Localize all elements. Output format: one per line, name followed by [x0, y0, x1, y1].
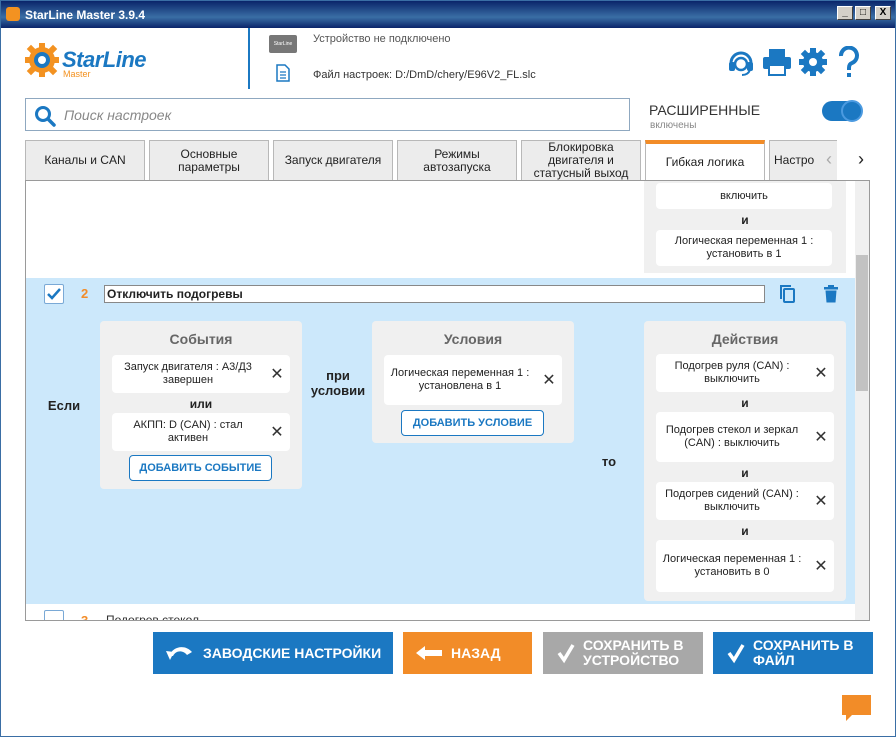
- tab-autostart-modes[interactable]: Режимы автозапуска: [397, 140, 517, 180]
- tab-flexible-logic[interactable]: Гибкая логика: [645, 140, 765, 180]
- window-title: StarLine Master 3.9.4: [25, 8, 146, 22]
- search-input[interactable]: [64, 105, 614, 125]
- device-status: Устройство не подключено: [313, 33, 451, 45]
- previous-rule-actions: включить и Логическая переменная 1 : уст…: [644, 181, 846, 273]
- advanced-mode-status: включены: [650, 120, 697, 131]
- or-label: или: [189, 397, 213, 411]
- actions-title: Действия: [711, 331, 779, 347]
- action-item: Подогрев сидений (CAN) : выключить ✕: [656, 482, 834, 520]
- starline-logo: StarLine Master: [25, 41, 165, 81]
- search-icon: [35, 106, 56, 127]
- app-window: StarLine Master 3.9.4 _ □ X StarLine Mas…: [0, 0, 896, 737]
- remove-condition-icon[interactable]: ✕: [536, 372, 562, 388]
- check-icon: [557, 644, 575, 664]
- maximize-button[interactable]: □: [855, 6, 871, 20]
- tab-bar: Каналы и CAN Основные параметры Запуск д…: [25, 140, 837, 180]
- back-button[interactable]: НАЗАД: [403, 632, 532, 674]
- print-icon[interactable]: [761, 45, 793, 79]
- and-label: и: [741, 213, 749, 227]
- conditions-title: Условия: [443, 331, 503, 347]
- conditions-panel: Условия Логическая переменная 1 : устано…: [372, 321, 574, 443]
- arrow-left-icon: [416, 646, 442, 660]
- logo-sub: Master: [63, 69, 91, 79]
- add-event-button[interactable]: ДОБАВИТЬ СОБЫТИЕ: [129, 455, 272, 481]
- logic-rule: 2 Отключить подогревы Если События Запус…: [26, 278, 857, 604]
- condition-label: при условии: [310, 368, 366, 398]
- action-item: Логическая переменная 1 : установить в 0…: [656, 540, 834, 592]
- then-label: то: [601, 454, 617, 469]
- file-icon: [276, 64, 290, 82]
- remove-action-icon[interactable]: ✕: [808, 493, 834, 509]
- and-label: и: [741, 524, 749, 538]
- minimize-button[interactable]: _: [837, 6, 853, 20]
- tab-next-icon[interactable]: ›: [852, 150, 870, 169]
- previous-action-item: Логическая переменная 1 : установить в 1: [656, 230, 832, 266]
- advanced-mode-title: РАСШИРЕННЫЕ: [649, 102, 761, 118]
- remove-action-icon[interactable]: ✕: [808, 558, 834, 574]
- rule-number: 3: [81, 613, 89, 621]
- help-icon[interactable]: [833, 45, 865, 79]
- rule-number: 2: [81, 286, 89, 301]
- tab-channels-can[interactable]: Каналы и CAN: [25, 140, 145, 180]
- save-to-file-button[interactable]: СОХРАНИТЬ В ФАЙЛ: [713, 632, 873, 674]
- toggle-knob: [841, 100, 863, 122]
- delete-rule-icon[interactable]: [821, 284, 841, 304]
- title-bar: StarLine Master 3.9.4 _ □ X: [1, 1, 895, 28]
- app-icon: [6, 7, 20, 21]
- add-condition-button[interactable]: ДОБАВИТЬ УСЛОВИЕ: [401, 410, 544, 436]
- condition-item: Логическая переменная 1 : установлена в …: [384, 355, 562, 405]
- copy-rule-icon[interactable]: [778, 284, 798, 304]
- header-divider: [248, 28, 250, 89]
- events-title: События: [169, 331, 233, 347]
- settings-file-path: Файл настроек: D:/DmD/chery/E96V2_FL.slc: [313, 69, 536, 81]
- settings-icon[interactable]: [797, 45, 829, 79]
- tab-main-params[interactable]: Основные параметры: [149, 140, 269, 180]
- action-item: Подогрев стекол и зеркал (CAN) : выключи…: [656, 412, 834, 462]
- remove-event-icon[interactable]: ✕: [264, 366, 290, 382]
- if-label: Если: [47, 398, 81, 413]
- check-icon: [727, 644, 745, 664]
- search-box: [25, 98, 630, 131]
- rule-name-input[interactable]: Отключить подогревы: [104, 285, 765, 303]
- advanced-mode-toggle[interactable]: [822, 100, 863, 122]
- logic-rule-partial: 3 Подогрев стекол: [26, 606, 857, 621]
- remove-event-icon[interactable]: ✕: [264, 424, 290, 440]
- logo-gear-icon: [25, 43, 59, 77]
- event-item: АКПП: D (CAN) : стал активен ✕: [112, 413, 290, 451]
- check-icon: [47, 288, 61, 300]
- events-panel: События Запуск двигателя : А3/Д3 заверше…: [100, 321, 302, 489]
- previous-action-item: включить: [656, 183, 832, 209]
- actions-panel: Действия Подогрев руля (CAN) : выключить…: [644, 321, 846, 601]
- rule-enabled-checkbox[interactable]: [44, 610, 64, 620]
- tab-engine-start[interactable]: Запуск двигателя: [273, 140, 393, 180]
- scrollbar-thumb[interactable]: [856, 255, 868, 391]
- factory-settings-button[interactable]: ЗАВОДСКИЕ НАСТРОЙКИ: [153, 632, 393, 674]
- rules-content: включить и Логическая переменная 1 : уст…: [25, 180, 870, 621]
- and-label: и: [741, 396, 749, 410]
- save-to-device-button[interactable]: СОХРАНИТЬ В УСТРОЙСТВО: [543, 632, 703, 674]
- tab-prev-icon[interactable]: ‹: [820, 150, 838, 169]
- event-item: Запуск двигателя : А3/Д3 завершен ✕: [112, 355, 290, 393]
- tab-engine-lock[interactable]: Блокировка двигателя и статусный выход: [521, 140, 641, 180]
- and-label: и: [741, 466, 749, 480]
- reset-icon: [166, 647, 192, 660]
- rule-enabled-checkbox[interactable]: [44, 284, 64, 304]
- close-button[interactable]: X: [875, 6, 891, 20]
- rule-name: Подогрев стекол: [106, 613, 199, 621]
- vertical-scrollbar[interactable]: [855, 181, 869, 620]
- chat-icon[interactable]: [840, 693, 873, 723]
- remove-action-icon[interactable]: ✕: [808, 429, 834, 445]
- remove-action-icon[interactable]: ✕: [808, 365, 834, 381]
- support-icon[interactable]: [725, 45, 757, 79]
- action-item: Подогрев руля (CAN) : выключить ✕: [656, 354, 834, 392]
- device-icon: StarLine: [269, 35, 297, 53]
